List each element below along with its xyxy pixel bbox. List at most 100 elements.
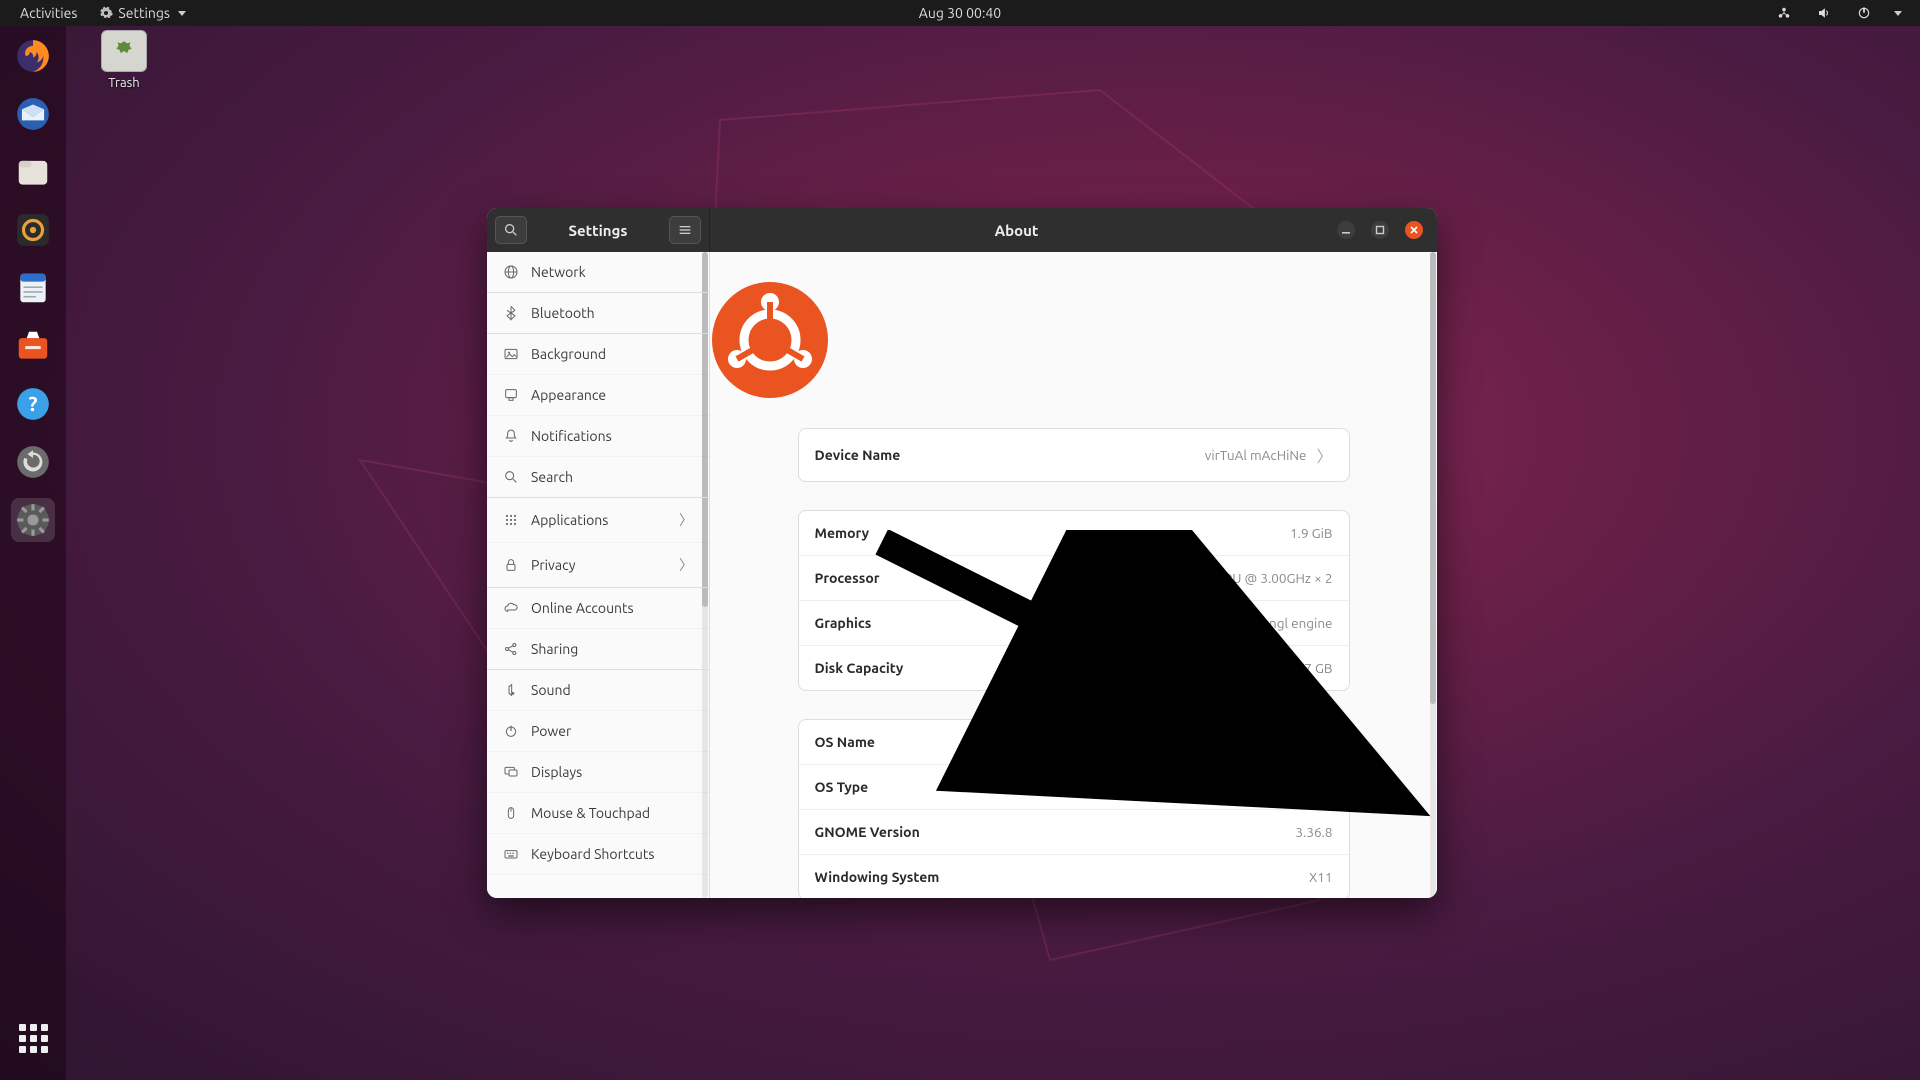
- activities-label: Activities: [20, 5, 77, 21]
- os-row-gnome-version: GNOME Version 3.36.8: [799, 809, 1349, 854]
- window-title: Settings: [535, 222, 661, 239]
- hw-row-processor: ProcessorIntel® Core™ i5-7400 CPU @ 3.00…: [799, 555, 1349, 600]
- chevron-down-icon: [178, 11, 186, 16]
- dock-app-settings[interactable]: [11, 498, 55, 542]
- minimize-icon: [1341, 225, 1351, 235]
- sidebar-item-background[interactable]: Background: [487, 334, 709, 375]
- sidebar-item-power[interactable]: Power: [487, 711, 709, 752]
- hamburger-menu-button[interactable]: [669, 216, 701, 244]
- sidebar-item-privacy[interactable]: Privacy〉: [487, 543, 709, 588]
- row-key: Memory: [815, 525, 870, 541]
- sidebar-item-bluetooth[interactable]: Bluetooth: [487, 293, 709, 334]
- sidebar-item-notifications[interactable]: Notifications: [487, 416, 709, 457]
- dock-app-rhythmbox[interactable]: [11, 208, 55, 252]
- sidebar-item-label: Notifications: [531, 428, 612, 444]
- trash-icon: [101, 30, 147, 72]
- row-key: GNOME Version: [815, 824, 920, 840]
- sidebar-item-appearance[interactable]: Appearance: [487, 375, 709, 416]
- sound-icon: [503, 682, 519, 698]
- network-icon: [1777, 6, 1791, 20]
- sidebar-item-keyboard-shortcuts[interactable]: Keyboard Shortcuts: [487, 834, 709, 875]
- close-icon: [1409, 225, 1419, 235]
- window-titlebar[interactable]: Settings About: [487, 208, 1437, 252]
- sidebar-item-search[interactable]: Search: [487, 457, 709, 498]
- about-panel: Device Name virTuAl mAcHiNe 〉 Memory 1.9 …: [710, 252, 1437, 898]
- settings-sidebar[interactable]: NetworkBluetooth Background Appearance Noti…: [487, 252, 710, 898]
- hw-row-graphics: Graphicsvirgl (AMD® Radeon pro 555 openg…: [799, 600, 1349, 645]
- row-value: 68.7 GB: [1286, 660, 1333, 676]
- apps-icon: [503, 512, 519, 528]
- thunderbird-icon: [14, 95, 52, 133]
- files-icon: [14, 153, 52, 191]
- sidebar-item-label: Background: [531, 346, 606, 362]
- chevron-right-icon: 〉: [679, 510, 693, 530]
- show-apps-button[interactable]: [11, 1016, 55, 1060]
- network-status-icon[interactable]: [1771, 3, 1797, 23]
- row-value: 3.36.8: [1295, 824, 1332, 840]
- sidebar-item-label: Applications: [531, 512, 608, 528]
- maximize-icon: [1375, 225, 1385, 235]
- sidebar-item-label: Search: [531, 469, 573, 485]
- writer-icon: [14, 269, 52, 307]
- sidebar-item-mouse-touchpad[interactable]: Mouse & Touchpad: [487, 793, 709, 834]
- desktop-trash[interactable]: Trash: [90, 30, 158, 90]
- cloud-icon: [503, 600, 519, 616]
- dock-app-help[interactable]: ?: [11, 382, 55, 426]
- clock-label: Aug 30 00:40: [919, 5, 1001, 21]
- row-value: 64-bit: [1297, 779, 1333, 795]
- mouse-icon: [503, 805, 519, 821]
- os-panel: OS NameUbuntu 20.04.5 LTSOS Type64-bitGN…: [798, 719, 1350, 898]
- sidebar-item-displays[interactable]: Displays: [487, 752, 709, 793]
- power-icon: [1857, 6, 1871, 20]
- volume-status-icon[interactable]: [1811, 3, 1837, 23]
- chevron-right-icon: 〉: [1316, 443, 1332, 467]
- row-key: Processor: [815, 570, 880, 586]
- sidebar-item-sharing[interactable]: Sharing: [487, 629, 709, 670]
- device-name-panel: Device Name virTuAl mAcHiNe 〉: [798, 428, 1350, 482]
- minimize-button[interactable]: [1337, 221, 1355, 239]
- hw-row-memory: Memory 1.9 GiB: [799, 511, 1349, 555]
- row-key: OS Name: [815, 734, 875, 750]
- row-key: OS Type: [815, 779, 869, 795]
- dock-app-updater[interactable]: [11, 440, 55, 484]
- device-name-row[interactable]: Device Name virTuAl mAcHiNe 〉: [799, 429, 1349, 481]
- dock: ?: [0, 26, 66, 1080]
- sidebar-item-applications[interactable]: Applications 〉: [487, 498, 709, 543]
- chevron-right-icon: 〉: [679, 555, 693, 575]
- hamburger-icon: [677, 222, 693, 238]
- device-name-label: Device Name: [815, 447, 901, 463]
- trash-label: Trash: [108, 76, 139, 90]
- power-icon: [503, 723, 519, 739]
- dock-app-files[interactable]: [11, 150, 55, 194]
- row-key: Disk Capacity: [815, 660, 904, 676]
- close-button[interactable]: [1405, 221, 1423, 239]
- sidebar-item-online-accounts[interactable]: Online Accounts: [487, 588, 709, 629]
- dock-app-thunderbird[interactable]: [11, 92, 55, 136]
- sidebar-item-network[interactable]: Network: [487, 252, 709, 293]
- row-value: virgl (AMD® Radeon pro 555 opengl engine: [1069, 615, 1333, 631]
- os-row-windowing-system: Windowing SystemX11: [799, 854, 1349, 898]
- svg-text:?: ?: [28, 392, 37, 415]
- activities-button[interactable]: Activities: [14, 2, 83, 24]
- dock-app-software[interactable]: [11, 324, 55, 368]
- maximize-button[interactable]: [1371, 221, 1389, 239]
- clock-button[interactable]: Aug 30 00:40: [913, 2, 1007, 24]
- power-status-icon[interactable]: [1851, 3, 1877, 23]
- app-menu-label: Settings: [118, 5, 170, 21]
- dock-app-writer[interactable]: [11, 266, 55, 310]
- dock-app-firefox[interactable]: [11, 34, 55, 78]
- apps-grid-icon: [19, 1024, 48, 1053]
- sidebar-item-label: Sound: [531, 682, 571, 698]
- sidebar-item-sound[interactable]: Sound: [487, 670, 709, 711]
- search-icon: [503, 469, 519, 485]
- sidebar-item-label: Online Accounts: [531, 600, 634, 616]
- app-menu-button[interactable]: Settings: [93, 2, 192, 24]
- row-value: 1.9 GiB: [1290, 525, 1332, 541]
- content-scrollbar[interactable]: [1430, 252, 1436, 898]
- sidebar-search-button[interactable]: [495, 216, 527, 244]
- globe-icon: [503, 264, 519, 280]
- sidebar-item-label: Displays: [531, 764, 582, 780]
- device-name-value: virTuAl mAcHiNe: [1205, 447, 1307, 463]
- software-store-icon: [14, 327, 52, 365]
- hardware-panel: Memory 1.9 GiB ProcessorIntel® Core™ i5-74…: [798, 510, 1350, 691]
